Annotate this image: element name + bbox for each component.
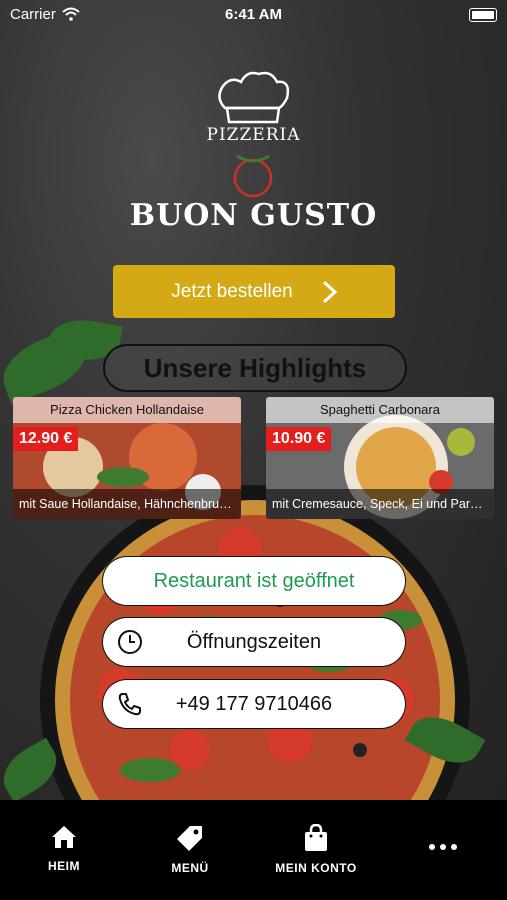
open-status-pill: Restaurant ist geöffnet	[103, 557, 405, 605]
tab-menu[interactable]: MENÜ	[140, 824, 240, 875]
open-status-text: Restaurant ist geöffnet	[153, 569, 355, 592]
phone-button[interactable]: +49 177 9710466	[103, 680, 405, 728]
more-icon	[429, 844, 457, 850]
opening-hours-button[interactable]: Öffnungszeiten	[103, 618, 405, 666]
highlights-title: Unsere Highlights	[103, 344, 407, 392]
chevron-right-icon	[323, 281, 337, 302]
phone-icon	[118, 693, 141, 716]
clock: 6:41 AM	[225, 6, 282, 23]
tomato-icon	[233, 154, 273, 198]
clock-icon	[118, 630, 142, 654]
tab-home-label: HEIM	[48, 859, 80, 873]
highlight-description: mit Cremesauce, Speck, Ei und Parmesan	[266, 489, 494, 519]
opening-hours-label: Öffnungszeiten	[186, 630, 322, 653]
tag-icon	[177, 826, 202, 851]
highlight-price: 12.90 €	[13, 427, 79, 451]
highlight-card[interactable]: Spaghetti Carbonara 10.90 € mit Cremesau…	[266, 397, 494, 519]
highlight-card[interactable]: Pizza Chicken Hollandaise 12.90 € mit Sa…	[13, 397, 241, 519]
highlight-name: Pizza Chicken Hollandaise	[13, 397, 241, 423]
shopping-bag-icon	[305, 823, 327, 851]
battery-icon	[469, 8, 497, 22]
home-icon	[52, 826, 76, 848]
highlight-description: mit Saue Hollandaise, Hähnchenbrust, B..…	[13, 489, 241, 519]
brand-name: BUON GUSTO	[129, 198, 378, 233]
tab-home[interactable]: HEIM	[14, 824, 114, 873]
status-bar: Carrier 6:41 AM	[0, 0, 507, 28]
tab-more[interactable]	[393, 840, 493, 854]
chef-hat-icon	[218, 71, 290, 124]
order-now-label: Jetzt bestellen	[171, 280, 293, 302]
order-now-button[interactable]: Jetzt bestellen	[113, 265, 395, 318]
tab-account[interactable]: MEIN KONTO	[266, 823, 366, 875]
highlight-price: 10.90 €	[266, 427, 332, 451]
highlight-name: Spaghetti Carbonara	[266, 397, 494, 423]
phone-number: +49 177 9710466	[175, 692, 333, 715]
tab-menu-label: MENÜ	[171, 861, 209, 875]
tab-bar: HEIM MENÜ MEIN KONTO	[0, 800, 507, 900]
logo-subtitle: PIZZERIA	[206, 125, 301, 145]
tab-account-label: MEIN KONTO	[275, 861, 357, 875]
